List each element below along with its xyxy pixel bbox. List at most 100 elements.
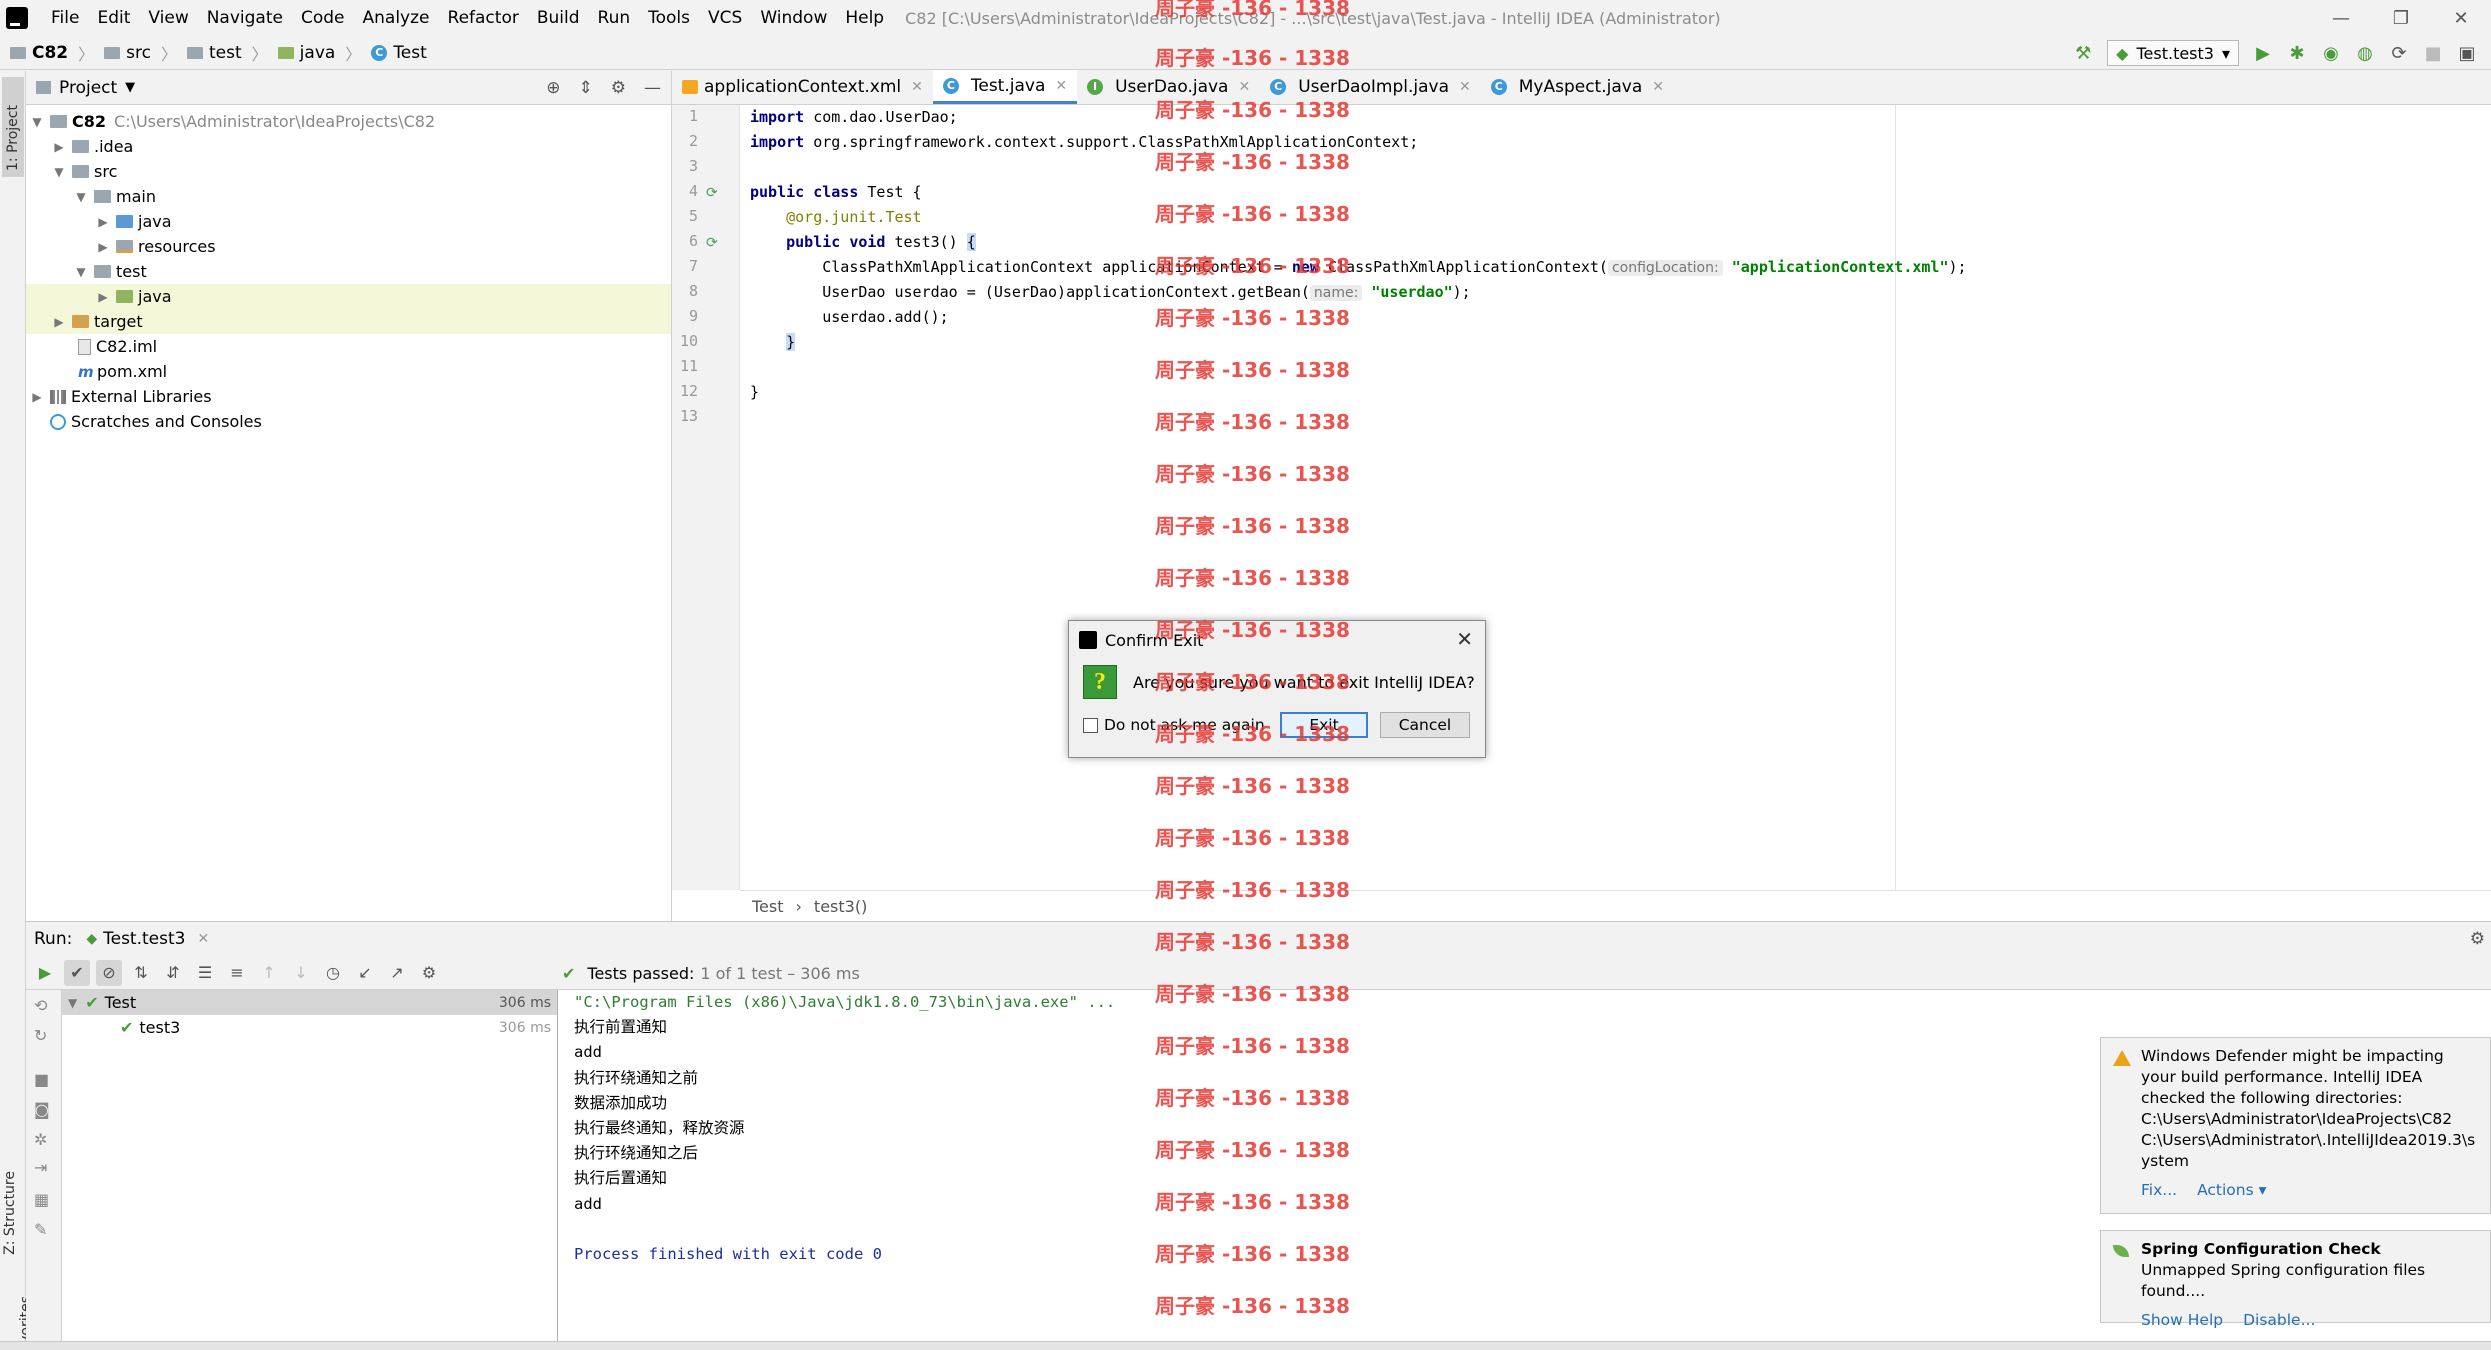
dropdown-arrow-icon[interactable]: ▼ (125, 80, 135, 95)
breadcrumb-method[interactable]: test3() (814, 897, 867, 916)
close-tab-icon[interactable]: ✕ (1652, 79, 1664, 95)
crumb-test[interactable]: test 〉 (187, 41, 278, 65)
run-configuration-select[interactable]: ◆ Test.test3 ▾ (2107, 40, 2239, 66)
tree-item-pom[interactable]: m pom.xml (26, 359, 671, 384)
exit-icon[interactable]: ⇥ (34, 1158, 47, 1177)
close-tab-icon[interactable]: ✕ (1459, 79, 1471, 95)
history-icon[interactable]: ◷ (320, 960, 346, 986)
stop-icon[interactable]: ■ (2423, 43, 2443, 64)
code-area[interactable]: import com.dao.UserDao; import org.sprin… (740, 105, 2491, 890)
menu-code[interactable]: Code (292, 0, 354, 36)
settings-icon[interactable]: ✲ (34, 1130, 47, 1149)
profile-icon[interactable]: ◍ (2355, 43, 2375, 64)
chevron-right-icon[interactable]: ▶ (96, 240, 110, 254)
expand-all-icon[interactable]: ☰ (192, 960, 218, 986)
test-row-class[interactable]: ▼ ✔ Test 306 ms (62, 990, 557, 1015)
cancel-button[interactable]: Cancel (1380, 712, 1470, 738)
menu-run[interactable]: Run (589, 0, 640, 36)
actions-link[interactable]: Actions ▾ (2197, 1180, 2266, 1201)
next-test-icon[interactable]: ↓ (288, 960, 314, 986)
export-tests-icon[interactable]: ↗ (384, 960, 410, 986)
rerun-failed-icon[interactable]: ↻ (34, 1026, 47, 1045)
chevron-down-icon[interactable]: ▼ (68, 996, 77, 1010)
tree-item-scratches[interactable]: Scratches and Consoles (26, 409, 671, 434)
test-row-method[interactable]: ✔ test3 306 ms (62, 1015, 557, 1040)
structure-tool-tab[interactable]: Z: Structure (2, 1171, 18, 1255)
breadcrumb-class[interactable]: Test (752, 897, 784, 916)
close-tab-icon[interactable]: ✕ (1055, 78, 1067, 94)
chevron-down-icon[interactable]: ▼ (74, 265, 88, 279)
tree-item-target[interactable]: ▶ target (26, 309, 671, 334)
pin-icon[interactable]: ✎ (34, 1220, 47, 1239)
stop-icon[interactable]: ■ (34, 1070, 49, 1089)
menu-tools[interactable]: Tools (639, 0, 699, 36)
tree-item-c82[interactable]: ▼ C82 C:\Users\Administrator\IdeaProject… (26, 109, 671, 134)
menu-file[interactable]: File (42, 0, 88, 36)
run-icon[interactable]: ▶ (2253, 43, 2273, 64)
menu-view[interactable]: View (139, 0, 197, 36)
coverage-icon[interactable]: ◉ (2321, 43, 2341, 64)
import-tests-icon[interactable]: ↙ (352, 960, 378, 986)
chevron-right-icon[interactable]: ▶ (30, 390, 44, 404)
sort-alpha-icon[interactable]: ⇅ (128, 960, 154, 986)
layout-icon[interactable]: ▦ (34, 1190, 49, 1209)
crumb-src[interactable]: src 〉 (104, 41, 187, 65)
sort-duration-icon[interactable]: ⇵ (160, 960, 186, 986)
debug-icon[interactable]: ✱ (2287, 43, 2307, 64)
dont-ask-checkbox[interactable] (1083, 717, 1098, 733)
close-icon[interactable]: ✕ (1456, 627, 1473, 651)
gear-icon[interactable]: ⚙ (416, 960, 442, 986)
fix-link[interactable]: Fix... (2141, 1180, 2177, 1201)
collapse-all-icon[interactable]: ⇕ (579, 78, 593, 98)
tab-test-java[interactable]: C Test.java ✕ (932, 70, 1078, 104)
close-tab-icon[interactable]: ✕ (911, 79, 923, 95)
tab-application-context-xml[interactable]: applicationContext.xml ✕ (672, 70, 933, 104)
hide-icon[interactable]: — (644, 78, 661, 98)
chevron-right-icon[interactable]: ▶ (52, 140, 66, 154)
tree-item-src[interactable]: ▼ src (26, 159, 671, 184)
run-test-gutter-icon[interactable]: ⟳ (706, 185, 718, 201)
tree-item-main-java[interactable]: ▶ java (26, 209, 671, 234)
build-hammer-icon[interactable]: ⚒ (2073, 43, 2093, 64)
gear-icon[interactable]: ⚙ (611, 78, 626, 98)
tree-item-iml[interactable]: C82.iml (26, 334, 671, 359)
close-tab-icon[interactable]: ✕ (197, 931, 209, 947)
rerun-icon[interactable]: ▶ (32, 960, 58, 986)
menu-build[interactable]: Build (528, 0, 589, 36)
close-tab-icon[interactable]: ✕ (1238, 79, 1250, 95)
tree-item-test-java[interactable]: ▶ java (26, 284, 671, 309)
project-structure-icon[interactable]: ▣ (2457, 43, 2477, 64)
project-tool-tab[interactable]: 1: Project (2, 77, 24, 177)
menu-refactor[interactable]: Refactor (439, 0, 528, 36)
crumb-project[interactable]: C82 〉 (10, 41, 104, 65)
project-view-select[interactable]: Project (59, 78, 117, 98)
close-window-icon[interactable]: ✕ (2431, 0, 2491, 36)
gear-icon[interactable]: ⚙ (2470, 929, 2485, 949)
tree-item-test[interactable]: ▼ test (26, 259, 671, 284)
run-tab[interactable]: ◆ Test.test3 ✕ (86, 929, 209, 949)
chevron-right-icon[interactable]: ▶ (52, 315, 66, 329)
menu-window[interactable]: Window (751, 0, 836, 36)
more-run-icon[interactable]: ⟳ (2389, 43, 2409, 64)
restart-icon[interactable]: ⟲ (34, 996, 47, 1015)
crumb-class[interactable]: C Test (371, 43, 427, 63)
tree-item-main[interactable]: ▼ main (26, 184, 671, 209)
menu-analyze[interactable]: Analyze (354, 0, 439, 36)
show-passed-icon[interactable]: ✔ (64, 959, 90, 986)
chevron-right-icon[interactable]: ▶ (96, 290, 110, 304)
menu-vcs[interactable]: VCS (699, 0, 751, 36)
tree-item-external-libraries[interactable]: ▶ External Libraries (26, 384, 671, 409)
minimize-icon[interactable]: — (2311, 0, 2371, 36)
chevron-right-icon[interactable]: ▶ (96, 215, 110, 229)
disable-link[interactable]: Disable... (2243, 1310, 2315, 1331)
camera-icon[interactable]: ◙ (34, 1100, 50, 1119)
run-test-gutter-icon[interactable]: ⟳ (706, 235, 718, 251)
collapse-all-icon[interactable]: ≡ (224, 960, 250, 986)
menu-navigate[interactable]: Navigate (198, 0, 292, 36)
chevron-down-icon[interactable]: ▼ (52, 165, 66, 179)
tree-item-idea[interactable]: ▶ .idea (26, 134, 671, 159)
previous-test-icon[interactable]: ↑ (256, 960, 282, 986)
restore-icon[interactable]: ❐ (2371, 0, 2431, 36)
tab-my-aspect-java[interactable]: C MyAspect.java ✕ (1481, 70, 1674, 104)
menu-edit[interactable]: Edit (88, 0, 139, 36)
